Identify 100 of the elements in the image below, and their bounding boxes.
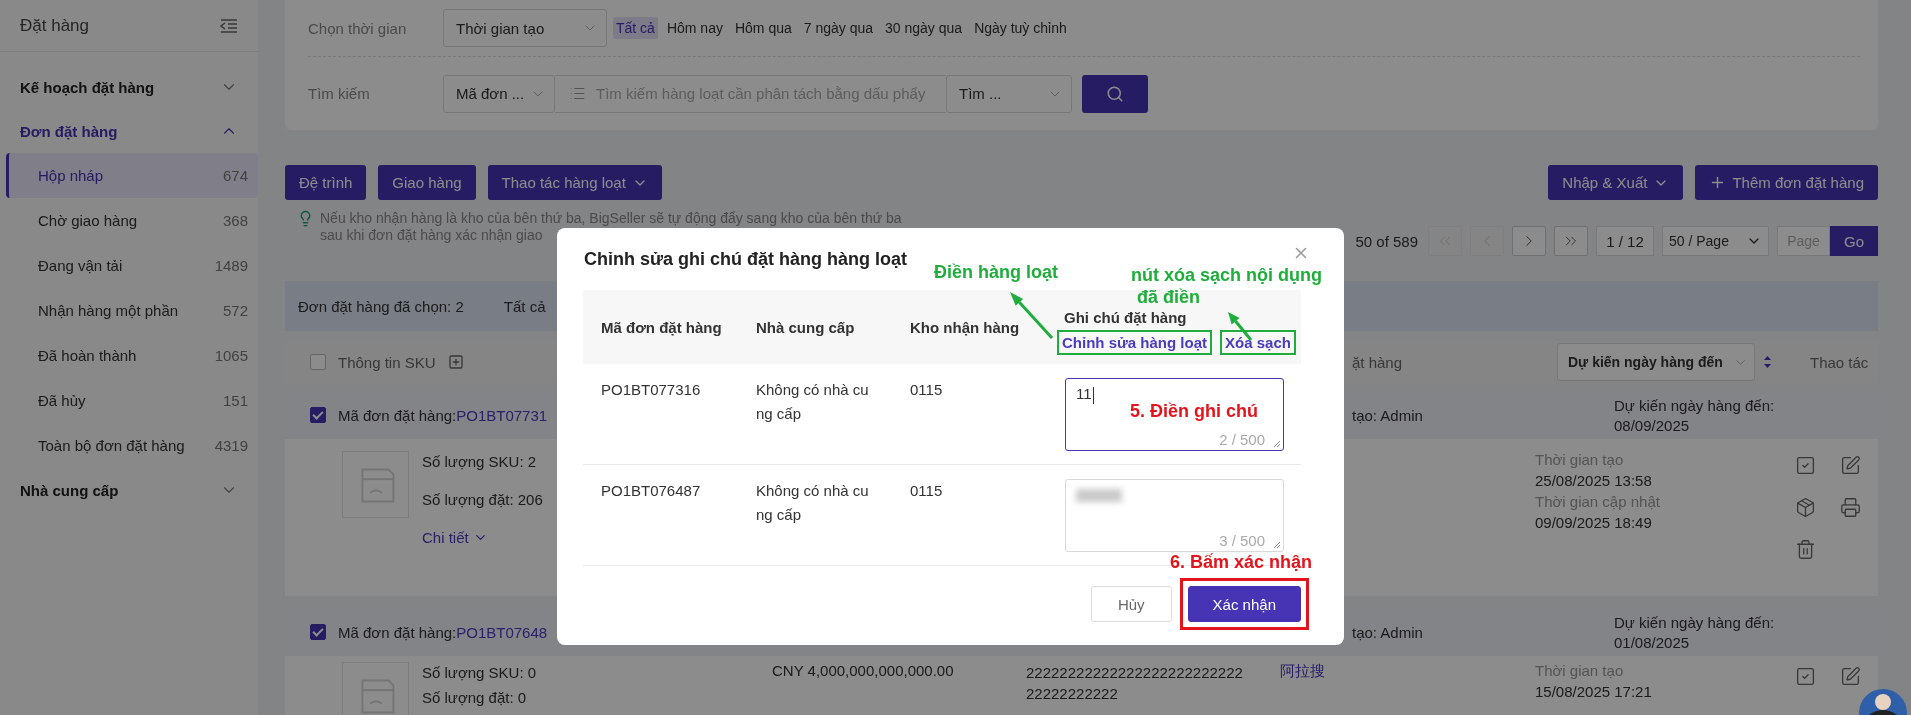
time-label: Thời gian tạo bbox=[1535, 662, 1625, 679]
dialog-title: Chỉnh sửa ghi chú đặt hàng hàng loạt bbox=[584, 248, 908, 270]
order-link[interactable]: PO1BT07648 bbox=[456, 623, 548, 641]
column-header: Kho nhận hàng bbox=[910, 318, 1021, 336]
annotation-text: 5. Điền ghi chú bbox=[1130, 400, 1258, 422]
mode-select[interactable]: Tìm ... bbox=[946, 74, 1072, 113]
search-button[interactable] bbox=[1082, 74, 1148, 113]
sidebar-item[interactable]: Đang vận tải 1489 bbox=[6, 243, 258, 288]
package-icon[interactable] bbox=[1795, 497, 1816, 518]
column-header: ặt hàng bbox=[1352, 353, 1403, 371]
time-label: Thời gian cập nhật bbox=[1535, 493, 1661, 510]
item-count: 1489 bbox=[214, 257, 248, 274]
sidebar-item[interactable]: Toàn bộ đơn đặt hàng 4319 bbox=[6, 423, 258, 468]
page-size-select[interactable]: 50 / Page bbox=[1662, 226, 1769, 256]
time-option[interactable]: Ngày tuỳ chỉnh bbox=[971, 17, 1070, 39]
char-count: 2 / 500 bbox=[1219, 431, 1265, 448]
checkbox[interactable] bbox=[310, 407, 326, 423]
link[interactable]: Chỉnh sửa hàng loạt bbox=[1057, 330, 1213, 355]
table-cell-text: PO1BT077316 bbox=[601, 380, 701, 400]
date-column-select[interactable]: Dự kiến ngày hàng đến bbox=[1557, 343, 1755, 381]
sidebar-item[interactable]: Hộp nháp 674 bbox=[6, 153, 258, 198]
page-range: 50 of 589 bbox=[1355, 232, 1418, 250]
confirm-button[interactable]: Xác nhận bbox=[1187, 586, 1301, 622]
sku-count: Số lượng SKU: 0 bbox=[422, 664, 537, 681]
sidebar-group[interactable]: Nhà cung cấp bbox=[0, 468, 258, 512]
annotation-text: Điền hàng loạt bbox=[934, 261, 1058, 283]
char-count: 3 / 500 bbox=[1219, 532, 1265, 549]
time-label: Thời gian tạo bbox=[1535, 451, 1625, 468]
time-option[interactable]: Hôm nay bbox=[663, 17, 726, 39]
edit-icon[interactable] bbox=[1840, 666, 1861, 687]
toolbar-button[interactable]: Thêm đơn đặt hàng bbox=[1695, 165, 1878, 200]
supplier-link[interactable]: 阿拉搜 bbox=[1280, 662, 1352, 681]
column-header: Ghi chú đặt hàng bbox=[1064, 309, 1188, 326]
resize-icon bbox=[1273, 541, 1281, 549]
creator-text: tạo: Admin bbox=[1352, 406, 1423, 424]
time-option[interactable]: Tất cả bbox=[613, 17, 658, 39]
sidebar-group[interactable]: Đơn đặt hàng bbox=[0, 109, 258, 153]
annotation-text: 6. Bấm xác nhận bbox=[1170, 551, 1313, 573]
add-column-icon[interactable] bbox=[447, 354, 464, 370]
tip-text: sau khi đơn đặt hàng xác nhận giao bbox=[320, 227, 543, 244]
time-option[interactable]: 7 ngày qua bbox=[800, 17, 877, 39]
page-number-field[interactable]: 1 / 12 bbox=[1596, 226, 1654, 256]
order-amount: CNY 4,000,000,000,000.00 bbox=[772, 662, 955, 679]
toolbar-button[interactable]: Giao hàng bbox=[378, 165, 476, 200]
eta-date: 01/08/2025 bbox=[1614, 633, 1691, 651]
cancel-button[interactable]: Hủy bbox=[1090, 586, 1172, 622]
sidebar-item[interactable]: Đã hoàn thành 1065 bbox=[6, 333, 258, 378]
approve-icon[interactable] bbox=[1795, 666, 1816, 687]
field-select[interactable]: Mã đơn ... bbox=[443, 74, 555, 113]
item-count: 572 bbox=[222, 302, 248, 319]
order-code: Mã đơn đặt hàng:PO1BT07648 bbox=[338, 623, 548, 641]
avatar[interactable] bbox=[1859, 689, 1907, 715]
edit-icon[interactable] bbox=[1840, 455, 1861, 476]
checkbox[interactable] bbox=[310, 354, 326, 370]
blurred-text bbox=[1076, 489, 1122, 502]
column-header: Thao tác bbox=[1810, 353, 1869, 371]
selection-count: Đơn đặt hàng đã chọn: 2 bbox=[298, 297, 464, 315]
link[interactable]: Xóa sạch bbox=[1220, 330, 1296, 355]
table-cell-text: Không có nhà cung cấp bbox=[756, 380, 870, 424]
sidebar-title: Đặt hàng bbox=[20, 15, 89, 36]
toolbar-button[interactable]: Đệ trình bbox=[285, 165, 367, 200]
go-button[interactable]: Go bbox=[1830, 226, 1878, 256]
order-code: Mã đơn đặt hàng:PO1BT07731 bbox=[338, 406, 548, 424]
table-cell-text: 2222222222222222222222222222222222222 bbox=[1026, 663, 1244, 704]
toolbar-button[interactable]: Thao tác hàng loạt bbox=[487, 165, 662, 200]
sidebar-item[interactable]: Chờ giao hàng 368 bbox=[6, 198, 258, 243]
sidebar-item[interactable]: Đã hủy 151 bbox=[6, 378, 258, 423]
item-count: 4319 bbox=[214, 437, 248, 454]
approve-icon[interactable] bbox=[1795, 455, 1816, 476]
sku-count: Số lượng SKU: 2 bbox=[422, 453, 538, 470]
sidebar-group[interactable]: Kế hoạch đặt hàng bbox=[0, 65, 258, 109]
sort-icon[interactable] bbox=[1763, 355, 1772, 369]
item-count: 674 bbox=[222, 167, 248, 184]
column-header: Nhà cung cấp bbox=[756, 318, 856, 336]
item-count: 1065 bbox=[214, 347, 248, 364]
column-header: Thông tin SKU bbox=[338, 353, 436, 371]
delete-icon[interactable] bbox=[1795, 539, 1816, 560]
time-option[interactable]: Hôm qua bbox=[731, 17, 795, 39]
sidebar-item[interactable]: Nhận hàng một phần 572 bbox=[6, 288, 258, 333]
item-count: 368 bbox=[222, 212, 248, 229]
tip-text: Nếu kho nhận hàng là kho của bên thứ ba, BigSeller sẽ tự động đẩy sang kho của bên thứ ba bbox=[320, 210, 902, 227]
time-value: 09/09/2025 18:49 bbox=[1535, 514, 1653, 531]
page-nav-button[interactable] bbox=[1554, 226, 1588, 256]
time-option[interactable]: 30 ngày qua bbox=[882, 17, 966, 39]
creator-text: tạo: Admin bbox=[1352, 623, 1423, 641]
resize-icon bbox=[1273, 440, 1281, 448]
filter-label: Tìm kiếm bbox=[308, 85, 371, 102]
checkbox[interactable] bbox=[310, 624, 326, 640]
time-value: 25/08/2025 13:58 bbox=[1535, 472, 1653, 489]
eta-label: Dự kiến ngày hàng đến: bbox=[1614, 613, 1776, 631]
time-value: 15/08/2025 17:21 bbox=[1535, 683, 1653, 700]
time-select[interactable]: Thời gian tạo bbox=[443, 9, 607, 47]
toolbar-button[interactable]: Nhập & Xuất bbox=[1548, 165, 1684, 200]
collapse-icon[interactable] bbox=[220, 17, 238, 34]
eta-date: 08/09/2025 bbox=[1614, 416, 1691, 434]
print-icon[interactable] bbox=[1840, 497, 1861, 518]
details-link[interactable]: Chi tiết bbox=[422, 529, 543, 546]
list-icon bbox=[569, 85, 586, 102]
order-link[interactable]: PO1BT07731 bbox=[456, 406, 548, 424]
select-all-text: Tất cả bbox=[503, 297, 546, 315]
